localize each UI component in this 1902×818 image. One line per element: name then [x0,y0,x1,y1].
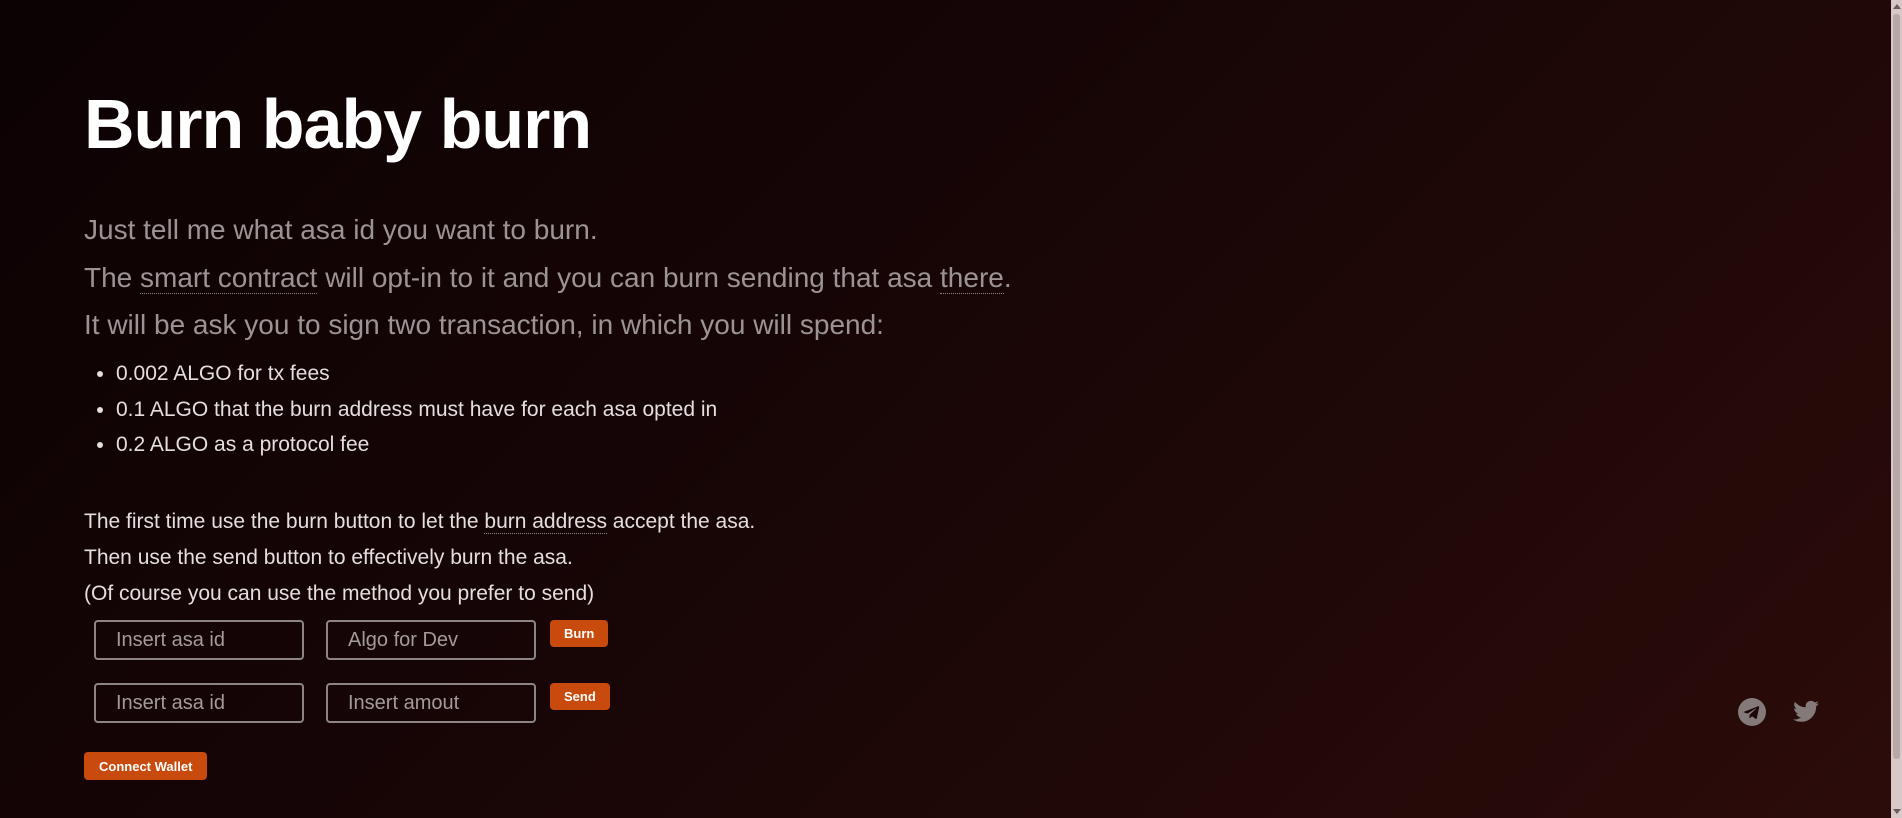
lead-text: Just tell me what asa id you want to bur… [84,206,1012,349]
send-button[interactable]: Send [550,683,610,710]
there-link[interactable]: there [940,261,1004,294]
social-links [1738,698,1820,726]
instructions-line-1-suffix: accept the asa. [606,510,756,533]
instructions-line-3: (Of course you can use the method you pr… [84,582,595,605]
scroll-thumb[interactable] [1893,14,1900,759]
instructions: The first time use the burn button to le… [84,504,755,612]
lead-line-3: It will be ask you to sign two transacti… [84,309,884,340]
burn-address-link[interactable]: burn address [484,510,607,534]
lead-line-1: Just tell me what asa id you want to bur… [84,214,598,245]
scroll-up-icon[interactable] [1893,4,1901,9]
page-scrollbar[interactable] [1891,0,1902,818]
lead-line-2-middle: will opt-in to it and you can burn sendi… [317,261,941,293]
connect-wallet-button[interactable]: Connect Wallet [84,752,208,780]
instructions-line-1: The first time use the burn button to le… [84,504,755,540]
lead-line-2-prefix: The [84,261,141,293]
burn-form: Burn [94,620,609,660]
page-title: Burn baby burn [84,85,592,163]
send-asa-id-input[interactable] [94,683,304,723]
scroll-down-icon[interactable] [1893,809,1901,814]
telegram-icon[interactable] [1738,698,1766,726]
burn-button[interactable]: Burn [550,620,609,647]
lead-line-2-suffix: . [1003,261,1012,293]
smart-contract-link[interactable]: smart contract [140,261,318,294]
twitter-icon[interactable] [1792,698,1820,726]
fee-list: 0.002 ALGO for tx fees 0.1 ALGO that the… [84,356,717,463]
send-form: Send [94,683,610,723]
algo-for-dev-input[interactable] [326,620,536,660]
amount-input[interactable] [326,683,536,723]
list-item: 0.1 ALGO that the burn address must have… [116,392,717,428]
burn-asa-id-input[interactable] [94,620,304,660]
list-item: 0.002 ALGO for tx fees [116,356,717,392]
lead-line-2: The smart contract will opt-in to it and… [84,254,1012,302]
instructions-line-2: Then use the send button to effectively … [84,546,573,569]
list-item: 0.2 ALGO as a protocol fee [116,427,717,463]
instructions-line-1-prefix: The first time use the burn button to le… [84,510,485,533]
